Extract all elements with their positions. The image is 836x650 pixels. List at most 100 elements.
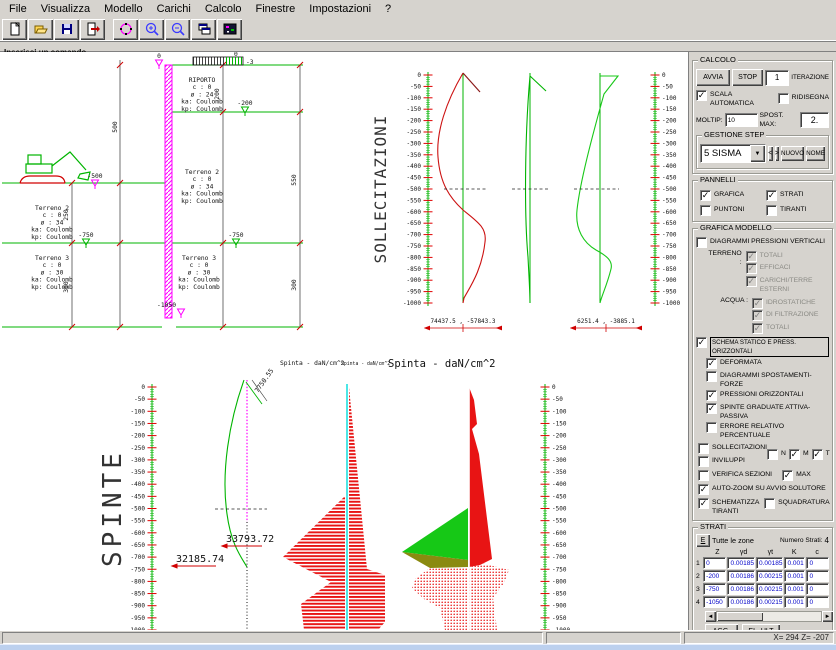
ruler-tick-label: 0 <box>662 72 666 79</box>
render-view-button[interactable] <box>217 19 242 40</box>
strati-cell-c[interactable]: 0 <box>806 570 829 582</box>
menu-visualizza[interactable]: Visualizza <box>34 2 97 16</box>
terreno-carichi-checkbox: CARICHI/TERRE ESTERNI <box>746 276 829 294</box>
ruler-tick-label: -350 <box>552 469 567 476</box>
zoom-out-button[interactable] <box>165 19 190 40</box>
avvia-button[interactable]: AVVIA <box>696 69 730 86</box>
sheet-pile-wall[interactable] <box>165 65 172 318</box>
tiranti-checkbox[interactable]: TIRANTI <box>766 205 828 216</box>
strati-cell-gt[interactable]: 0.00215 <box>756 596 784 608</box>
strati-cell-gt[interactable]: 0.00215 <box>756 570 784 582</box>
strati-cell-z[interactable]: 0 <box>703 557 726 569</box>
ruler-tick-label: -50 <box>134 396 145 403</box>
menu-help[interactable]: ? <box>378 2 398 16</box>
step-combobox[interactable]: 5 SISMA ▼ <box>700 144 766 163</box>
menu-carichi[interactable]: Carichi <box>150 2 198 16</box>
svg-text:c : 0: c : 0 <box>190 262 209 269</box>
strati-cell-k[interactable]: 0.001 <box>784 583 805 595</box>
zoom-in-button[interactable] <box>139 19 164 40</box>
ruler-tick-label: -400 <box>131 481 146 488</box>
strati-cell-k[interactable]: 0.001 <box>784 557 805 569</box>
scrollbar-thumb[interactable] <box>717 612 763 621</box>
svg-text:-1050: -1050 <box>157 302 176 309</box>
verifica-sezioni-checkbox[interactable]: VERIFICA SEZIONI <box>698 470 772 481</box>
strati-cell-c[interactable]: 0 <box>806 596 829 608</box>
deformata-checkbox[interactable]: DEFORMATA <box>706 358 829 369</box>
ridisegna-box[interactable] <box>778 93 789 104</box>
stop-button[interactable]: STOP <box>732 69 763 86</box>
scroll-left-arrow[interactable]: ◄ <box>705 611 716 622</box>
menu-modello[interactable]: Modello <box>97 2 150 16</box>
strati-cell-z[interactable]: -200 <box>703 570 726 582</box>
dotted-pressure-right <box>469 563 509 630</box>
svg-text:ø : 30: ø : 30 <box>188 269 211 276</box>
ridisegna-checkbox[interactable]: RIDISEGNA <box>778 93 829 104</box>
export-icon <box>85 21 101 37</box>
scala-automatica-checkbox[interactable]: SCALA AUTOMATICA <box>696 90 772 108</box>
spinte-panel: SPINTE Spinta - daN/cm^2 Spinta - daN/cm… <box>98 358 509 630</box>
menu-impostazioni[interactable]: Impostazioni <box>302 2 378 16</box>
inviluppi-checkbox[interactable]: INVILUPPI <box>698 456 767 467</box>
ruler-tick-label: -700 <box>552 554 567 561</box>
strati-cell-gd[interactable]: 0.00186 <box>727 596 755 608</box>
pressioni-orizzontali-checkbox[interactable]: PRESSIONI ORIZZONTALI <box>706 390 829 401</box>
spinte-graduate-checkbox[interactable]: SPINTE GRADUATE ATTIVA-PASSIVA <box>706 403 829 421</box>
dotted-pressure-left <box>412 567 468 630</box>
moment-range-value: 74437.5 , -57843.3 <box>430 318 495 325</box>
cascade-windows-button[interactable] <box>191 19 216 40</box>
pan-view-button[interactable] <box>113 19 138 40</box>
strati-cell-gt[interactable]: 0.00185 <box>756 557 784 569</box>
menu-file[interactable]: File <box>2 2 34 16</box>
errore-relativo-checkbox[interactable]: ERRORE RELATIVO PERCENTUALE <box>706 422 829 440</box>
command-bar[interactable]: Inserisci un comando <box>0 41 836 52</box>
export-button[interactable] <box>80 19 105 40</box>
strati-cell-z[interactable]: -1050 <box>703 596 726 608</box>
zoom-in-icon <box>144 21 160 37</box>
menu-calcolo[interactable]: Calcolo <box>198 2 249 16</box>
auto-zoom-checkbox[interactable]: AUTO-ZOOM SU AVVIO SOLUTORE <box>698 484 829 495</box>
strati-cell-c[interactable]: 0 <box>806 557 829 569</box>
strati-cell-gd[interactable]: 0.00186 <box>727 583 755 595</box>
grafica-checkbox[interactable]: GRAFICA <box>700 190 762 201</box>
strati-scrollbar[interactable]: ◄ ► <box>705 611 833 622</box>
sollecitazioni-checkbox[interactable]: SOLLECITAZIONI <box>698 443 767 454</box>
squadratura-checkbox[interactable]: SQUADRATURA <box>764 498 830 516</box>
ruler-tick-label: -100 <box>552 408 567 415</box>
schematizza-tiranti-checkbox[interactable]: SCHEMATIZZA TIRANTI <box>698 498 759 516</box>
puntoni-checkbox[interactable]: PUNTONI <box>700 205 762 216</box>
n-checkbox[interactable]: N <box>767 449 786 460</box>
save-button[interactable] <box>54 19 79 40</box>
open-file-button[interactable] <box>28 19 53 40</box>
strati-checkbox[interactable]: STRATI <box>766 190 828 201</box>
max-checkbox[interactable]: MAX <box>782 470 811 481</box>
strati-cell-gt[interactable]: 0.00215 <box>756 583 784 595</box>
step-next-button[interactable]: > <box>775 146 780 161</box>
svg-text:ka: Coulomb: ka: Coulomb <box>31 227 73 234</box>
diagrammi-pressioni-checkbox[interactable]: DIAGRAMMI PRESSIONI VERTICALI <box>696 237 829 248</box>
svg-text:-750: -750 <box>228 232 243 239</box>
strati-cell-gd[interactable]: 0.00185 <box>727 557 755 569</box>
strati-cell-c[interactable]: 0 <box>806 583 829 595</box>
drawing-canvas[interactable]: -3 0 RIPORTOc : 0ø : 24ka: Coulombkp: Co… <box>0 52 688 630</box>
schema-statico-checkbox[interactable]: SCHEMA STATICO E PRESS. ORIZZONTALI <box>696 337 829 357</box>
scala-automatica-box[interactable] <box>696 90 707 101</box>
e-button[interactable]: E <box>696 534 710 547</box>
new-file-button[interactable] <box>2 19 27 40</box>
svg-text:ø : 24: ø : 24 <box>191 91 214 98</box>
step-prev-button[interactable]: < <box>768 146 773 161</box>
strati-cell-z[interactable]: -750 <box>703 583 726 595</box>
menu-finestre[interactable]: Finestre <box>249 2 303 16</box>
moltip-input[interactable]: 10 <box>725 113 758 127</box>
scroll-right-arrow[interactable]: ► <box>822 611 833 622</box>
ruler-tick-label: -950 <box>407 289 422 296</box>
strati-cell-gd[interactable]: 0.00186 <box>727 570 755 582</box>
step-combobox-arrow[interactable]: ▼ <box>750 145 765 162</box>
t-checkbox[interactable]: T <box>812 449 830 460</box>
diagrammi-spostamenti-checkbox[interactable]: DIAGRAMMI SPOSTAMENTI-FORZE <box>706 371 829 389</box>
nuovo-step-button[interactable]: NUOVO <box>781 146 804 161</box>
scrollbar-track[interactable] <box>716 611 822 622</box>
nome-step-button[interactable]: NOME <box>806 146 825 161</box>
strati-cell-k[interactable]: 0.001 <box>784 570 805 582</box>
strati-cell-k[interactable]: 0.001 <box>784 596 805 608</box>
m-checkbox[interactable]: M <box>789 449 809 460</box>
